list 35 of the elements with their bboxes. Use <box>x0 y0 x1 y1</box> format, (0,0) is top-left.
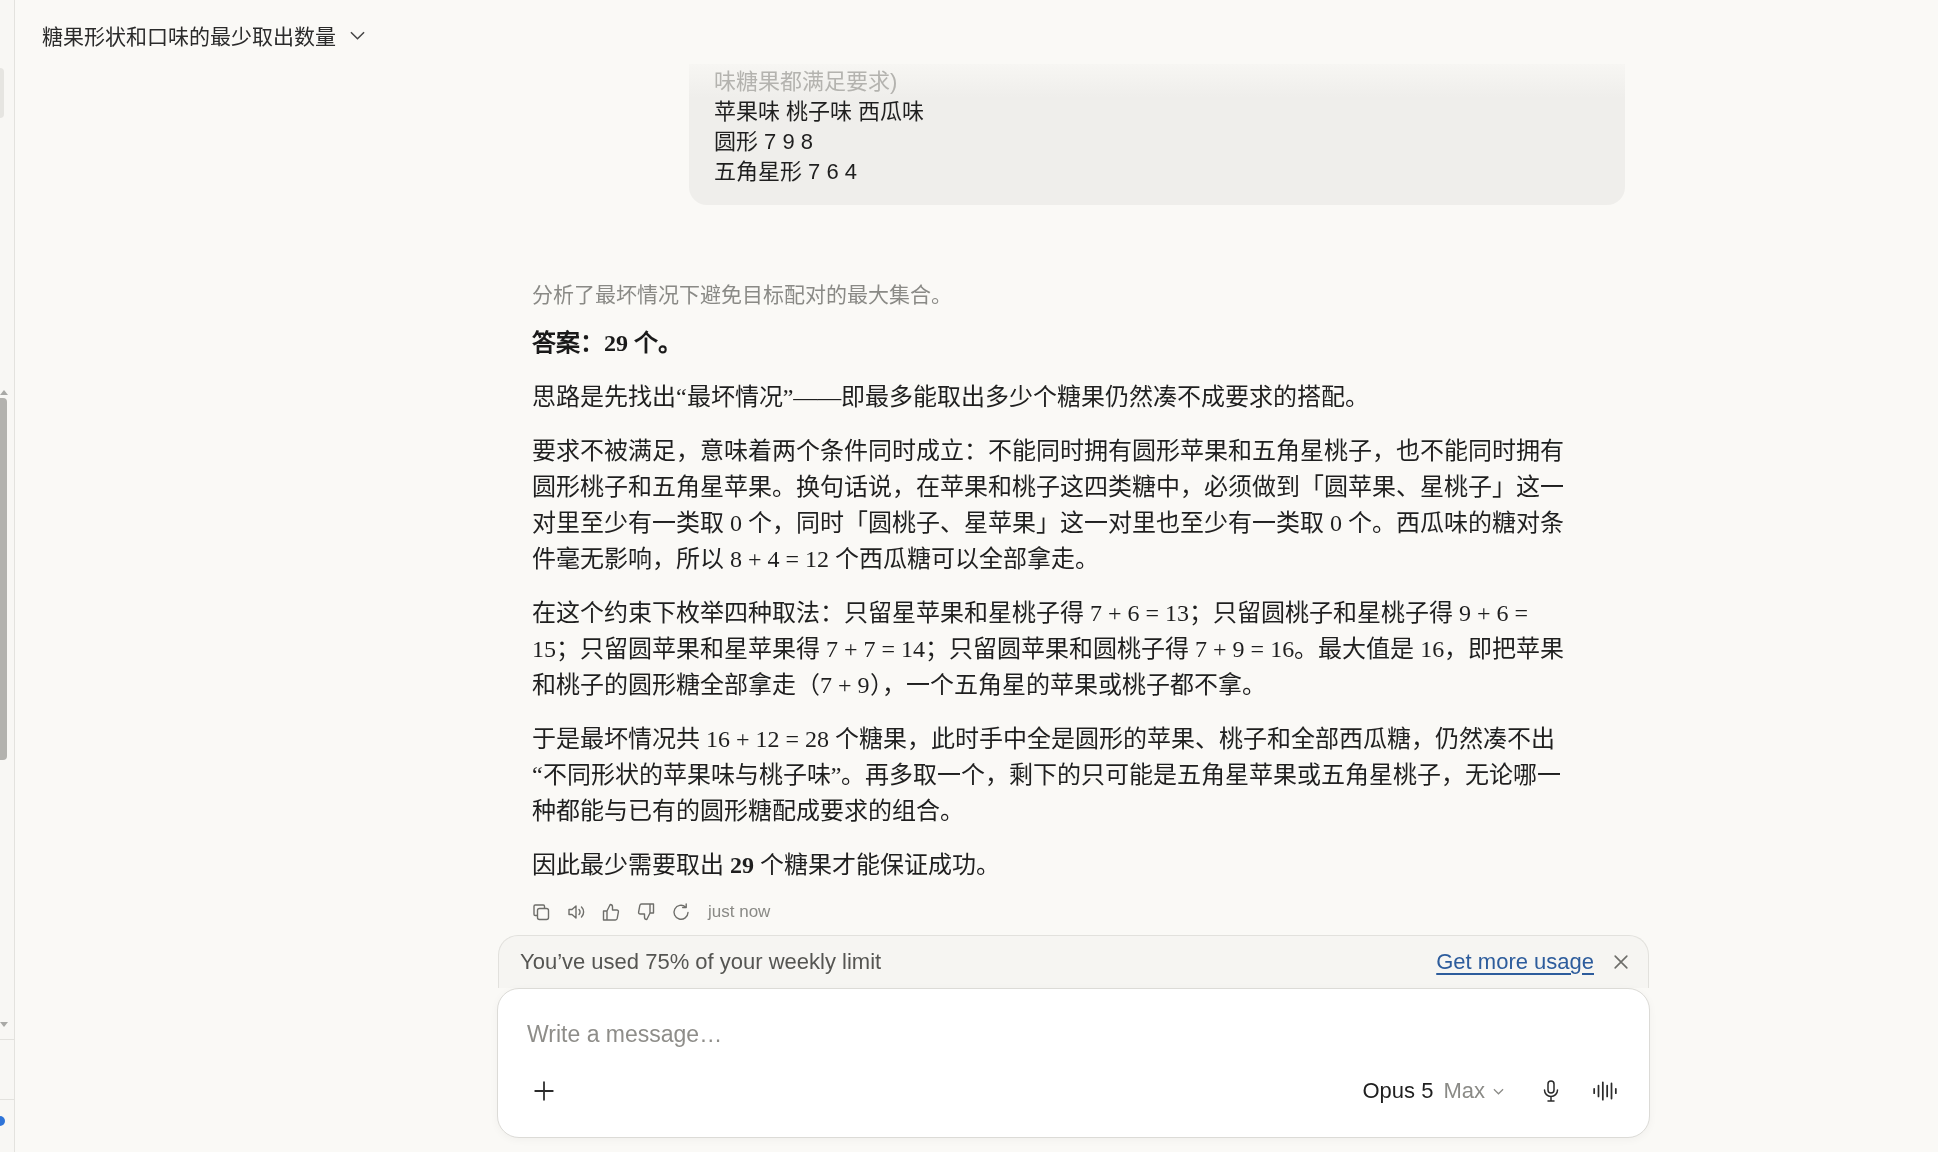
thumbs-down-button[interactable] <box>637 903 655 921</box>
answer-paragraph: 于是最坏情况共 16 + 12 = 28 个糖果，此时手中全是圆形的苹果、桃子和全部西瓜糖，仍然凑不出“不同形状的苹果味与桃子味”。再多取一个，剩下的只可能是五角星苹果或五角星桃子，无论哪一种都能与已有的圆形糖配成要求的组合。 <box>532 725 1563 826</box>
usage-limit-text: You’ve used 75% of your weekly limit <box>520 948 882 976</box>
answer-paragraph: 因此最少需要取出 29 个糖果才能保证成功。 <box>532 851 1001 880</box>
message-input[interactable]: Write a message… <box>527 1019 1619 1049</box>
answer-paragraph: 思路是先找出“最坏情况”——即最多能取出多少个糖果仍然凑不成要求的搭配。 <box>532 383 1371 412</box>
retry-icon <box>672 903 690 921</box>
conversation-title-button[interactable]: 糖果形状和口味的最少取出数量 <box>42 20 365 50</box>
user-message-line: 苹果味 桃子味 西瓜味 <box>714 98 926 126</box>
answer-paragraph: 要求不被满足，意味着两个条件同时成立：不能同时拥有圆形苹果和五角星桃子，也不能同时拥有圆形桃子和五角星苹果。换句话说，在苹果和桃子这四类糖中，必须做到「圆苹果、星桃子」这一对里至少有一类取 0 个，同时「圆桃子、星苹果」这一对里也至少有一类取 0 个。西瓜味的糖对条件毫无影响，所以 8 + 4 = 12 个西瓜糖可以全部拿走。 <box>532 437 1565 574</box>
scrollbar-thumb[interactable] <box>0 398 7 760</box>
thumbs-up-button[interactable] <box>602 903 620 921</box>
read-aloud-button[interactable] <box>567 903 585 921</box>
speaker-icon <box>567 903 585 921</box>
timestamp: just now <box>708 902 771 922</box>
copy-icon <box>532 903 550 921</box>
answer-heading: 答案：29 个。 <box>532 329 682 358</box>
voice-mode-button[interactable] <box>1592 1080 1618 1102</box>
close-icon <box>1614 955 1628 969</box>
model-selector[interactable]: Opus 5 Max <box>1362 1078 1504 1104</box>
user-message-line: 味糖果都满足要求) <box>714 68 899 96</box>
thumbs-down-icon <box>637 903 655 921</box>
chevron-down-icon <box>1493 1087 1504 1095</box>
retry-button[interactable] <box>672 903 690 921</box>
close-button[interactable] <box>1614 955 1628 969</box>
copy-button[interactable] <box>532 903 550 921</box>
add-button[interactable] <box>533 1080 555 1102</box>
get-more-usage-link[interactable]: Get more usage <box>1436 948 1594 976</box>
user-message-line: 五角星形 7 6 4 <box>714 158 859 186</box>
plus-icon <box>533 1080 555 1102</box>
user-message-line: 圆形 7 9 8 <box>714 128 815 156</box>
thumbs-up-icon <box>602 903 620 921</box>
chevron-down-icon <box>350 30 365 40</box>
answer-paragraph: 在这个约束下枚举四种取法：只留星苹果和星桃子得 7 + 6 = 13；只留圆桃子和星桃子得 9 + 6 = 15；只留圆苹果和星苹果得 7 + 7 = 14；只留圆苹果和圆桃子得 7 + 9 = 16。最大值是 16，即把苹果和桃子的圆形糖全部拿走（7 + 9），一个五角星的苹果或桃子都不拿。 <box>532 599 1566 700</box>
waveform-icon <box>1592 1080 1618 1102</box>
